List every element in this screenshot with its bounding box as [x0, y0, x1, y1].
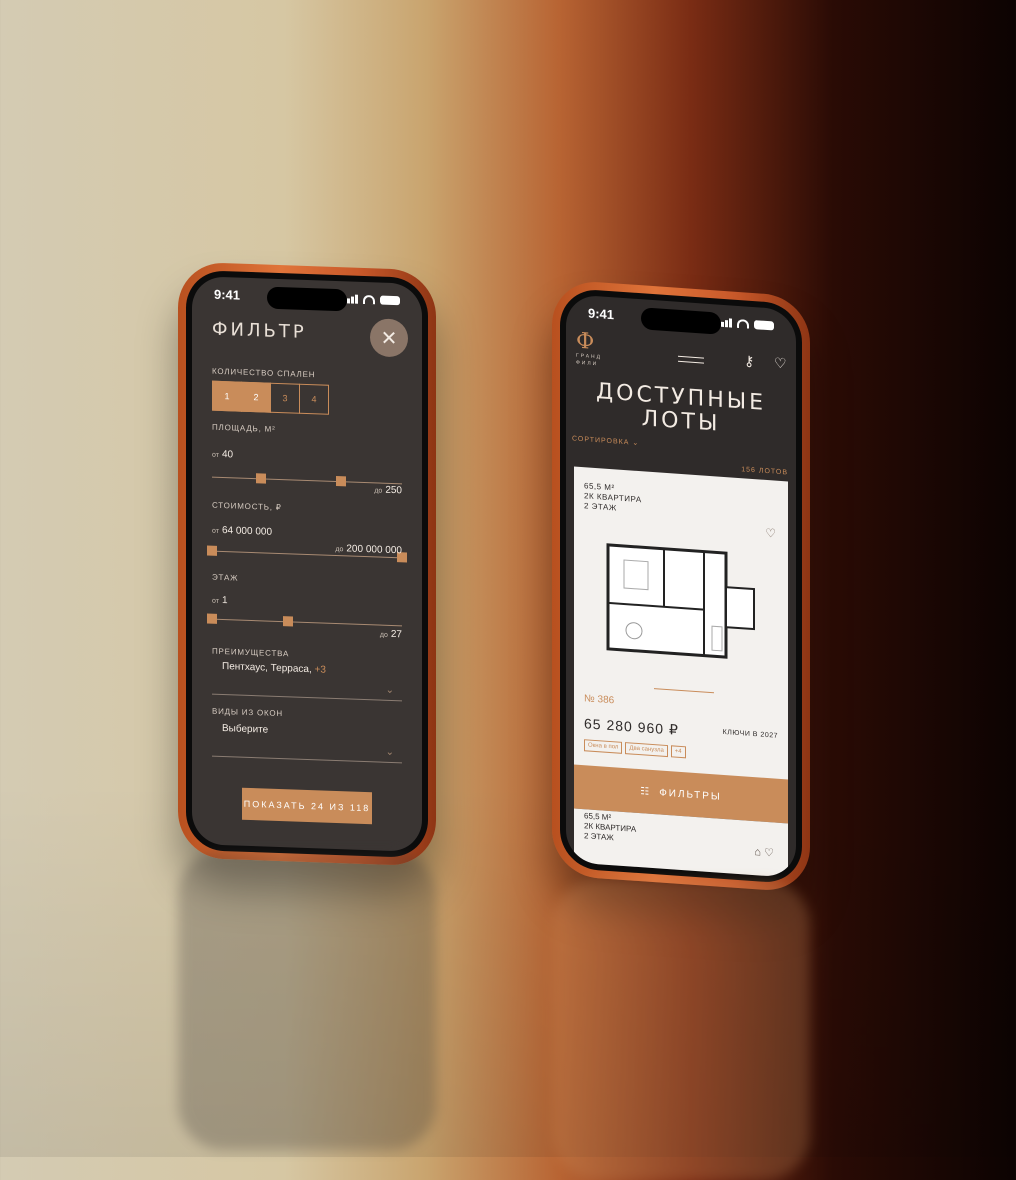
close-button[interactable]: ✕: [370, 318, 408, 358]
area-from: от 40: [212, 449, 234, 461]
floor-slider-min-handle[interactable]: [207, 613, 217, 624]
tag: Два санузла: [625, 742, 668, 758]
lot-price: 65 280 960 ₽: [584, 715, 679, 738]
advantages-extra-count: +3: [314, 664, 326, 676]
price-label: СТОИМОСТЬ, ₽: [212, 500, 282, 513]
logo[interactable]: Ф ГРАНД ФИЛИ: [576, 329, 624, 370]
floor-slider[interactable]: [207, 613, 402, 627]
filter-sliders-icon: ☷: [640, 785, 652, 798]
floor-plan-image: [606, 543, 755, 659]
lot-meta: 65,5 М² 2К КВАРТИРА 2 ЭТАЖ: [584, 811, 637, 843]
filter-phone: 9:41 ФИЛЬТР ✕ КОЛИЧЕСТВО СПАЛЕН 1 2 3 4 …: [178, 261, 436, 867]
tag: +4: [670, 745, 686, 759]
bedrooms-label: КОЛИЧЕСТВО СПАЛЕН: [212, 366, 316, 380]
chevron-down-icon: ⌄: [385, 746, 394, 759]
price-from: от 64 000 000: [212, 525, 273, 538]
status-time: 9:41: [588, 304, 615, 322]
lot-tags: Окна в пол Два санузла +4: [584, 739, 686, 759]
lot-meta: 65,5 М² 2К КВАРТИРА 2 ЭТАЖ: [584, 481, 642, 515]
bedrooms-selector: 1 2 3 4: [212, 380, 329, 415]
heart-icon[interactable]: ♡: [765, 526, 776, 541]
bedroom-option-3[interactable]: 3: [270, 382, 300, 414]
floor-label: ЭТАЖ: [212, 572, 239, 583]
status-time: 9:41: [214, 286, 241, 303]
price-to: до 200 000 000: [335, 543, 402, 557]
wifi-icon: [363, 294, 375, 304]
bedroom-option-2[interactable]: 2: [241, 381, 271, 413]
filter-screen: 9:41 ФИЛЬТР ✕ КОЛИЧЕСТВО СПАЛЕН 1 2 3 4 …: [192, 275, 422, 853]
advantages-value: Пентхаус, Терраса,: [222, 661, 312, 676]
floor-to: до 27: [379, 628, 402, 641]
listing-phone-reflection: [552, 880, 810, 1180]
chevron-down-icon: ⌄: [632, 439, 640, 448]
bedroom-option-1[interactable]: 1: [212, 380, 242, 412]
tag: Окна в пол: [584, 739, 623, 754]
menu-icon[interactable]: [678, 355, 704, 368]
advantages-select[interactable]: Пентхаус, Терраса, +3 ⌄: [212, 660, 402, 702]
battery-icon: [380, 295, 400, 305]
listing-screen: 9:41 Ф ГРАНД ФИЛИ ⚷ ♡ ДОСТУПНЫЕ ЛОТЫ СОР…: [566, 293, 796, 879]
floor-from: от 1: [212, 595, 228, 607]
lots-count: 156 ЛОТОВ: [741, 466, 788, 477]
key-icon[interactable]: ⚷: [744, 352, 754, 370]
area-slider-max-handle[interactable]: [336, 476, 347, 487]
listing-phone: 9:41 Ф ГРАНД ФИЛИ ⚷ ♡ ДОСТУПНЫЕ ЛОТЫ СОР…: [552, 278, 810, 894]
wifi-icon: [737, 318, 749, 329]
battery-icon: [754, 319, 774, 331]
filter-phone-reflection: [178, 850, 436, 1150]
lot-keys-date: КЛЮЧИ В 2027: [722, 728, 778, 740]
dynamic-island: [267, 286, 347, 312]
show-results-button[interactable]: ПОКАЗАТЬ 24 ИЗ 118: [242, 787, 372, 825]
area-slider-min-handle[interactable]: [256, 473, 267, 484]
carousel-indicator: [654, 688, 714, 694]
price-slider-min-handle[interactable]: [207, 545, 217, 556]
views-value: Выберите: [222, 723, 269, 736]
bedroom-option-4[interactable]: 4: [299, 383, 329, 415]
area-slider[interactable]: [212, 473, 402, 487]
sort-dropdown[interactable]: СОРТИРОВКА ⌄: [572, 434, 639, 447]
floor-slider-max-handle[interactable]: [283, 616, 293, 627]
views-label: ВИДЫ ИЗ ОКОН: [212, 706, 284, 719]
area-label: ПЛОЩАДЬ, М²: [212, 422, 276, 434]
favorites-icon[interactable]: ♡: [774, 355, 787, 373]
filter-title: ФИЛЬТР: [212, 318, 307, 343]
views-select[interactable]: Выберите ⌄: [212, 722, 402, 764]
heart-icon[interactable]: ♡: [764, 847, 774, 860]
close-icon: ✕: [380, 327, 398, 350]
lock-icon[interactable]: ⌂: [754, 846, 761, 858]
area-to: до 250: [374, 484, 402, 497]
lot-card[interactable]: 65,5 М² 2К КВАРТИРА 2 ЭТАЖ ♡ № 386 65 28…: [574, 466, 788, 782]
advantages-label: ПРЕИМУЩЕСТВА: [212, 646, 290, 659]
reflective-floor: [0, 780, 1016, 1157]
chevron-down-icon: ⌄: [385, 684, 394, 697]
lot-number: № 386: [584, 693, 615, 707]
